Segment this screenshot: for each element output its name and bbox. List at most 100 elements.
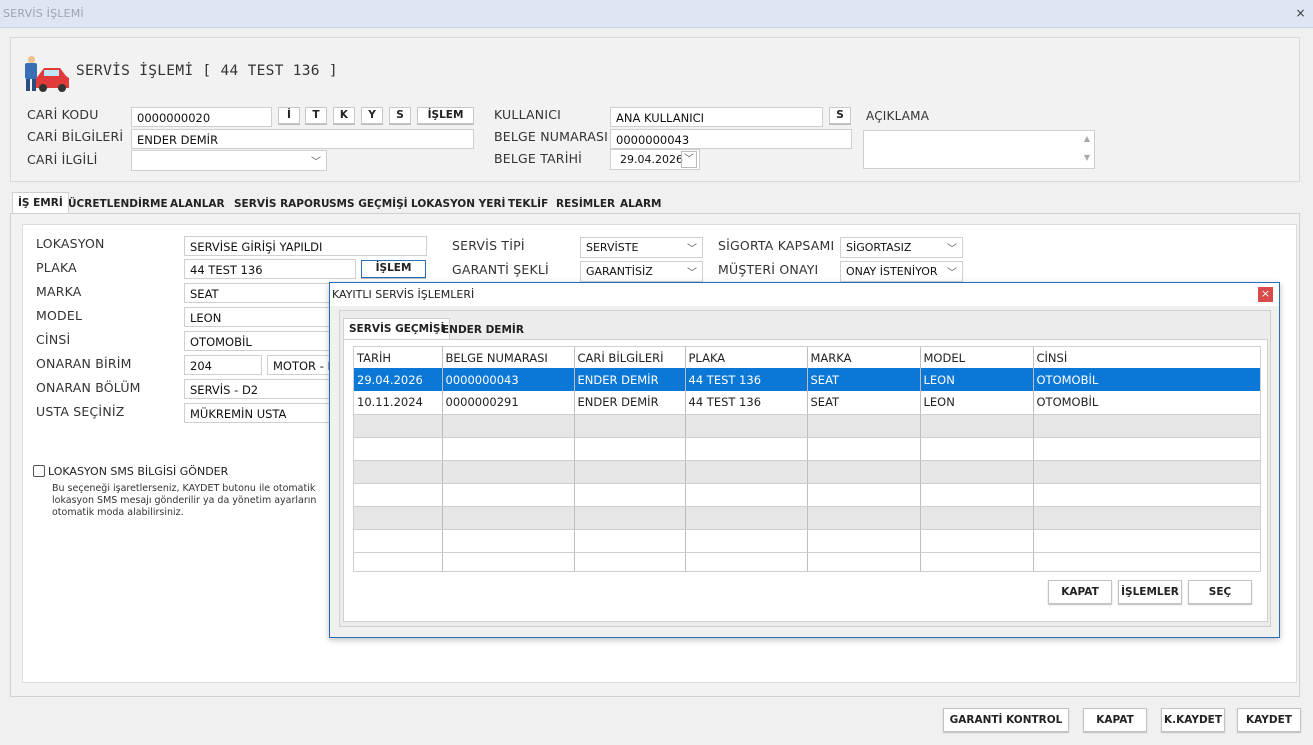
kullanici-input[interactable]: ANA KULLANICI — [610, 107, 823, 127]
col-plaka[interactable]: PLAKA — [685, 347, 808, 368]
cari-s-button[interactable]: S — [389, 107, 411, 124]
kayitli-servis-dialog: KAYITLI SERVİS İŞLEMLERİ × SERVİS GEÇMİŞ… — [329, 282, 1280, 638]
tab-alanlar[interactable]: ALANLAR — [165, 194, 230, 214]
kullanici-s-button[interactable]: S — [829, 107, 851, 124]
lokasyon-label: LOKASYON — [36, 236, 105, 251]
cari-y-button[interactable]: Y — [361, 107, 383, 124]
plaka-input[interactable]: 44 TEST 136 — [184, 259, 356, 279]
garanti-value: GARANTİSİZ — [586, 265, 653, 278]
garanti-label: GARANTİ ŞEKLİ — [452, 262, 549, 277]
mechanic-car-icon — [25, 56, 69, 92]
table-row[interactable]: 10.11.2024 0000000291 ENDER DEMİR 44 TES… — [354, 391, 1260, 415]
sms-checkbox-label[interactable]: LOKASYON SMS BİLGİSİ GÖNDER — [48, 465, 228, 478]
tab-servis-raporu[interactable]: SERVİS RAPORU — [229, 194, 335, 214]
window-close-icon[interactable]: × — [1293, 6, 1308, 21]
cell-marka: SEAT — [807, 391, 921, 415]
scroll-down-icon[interactable]: ▼ — [1084, 153, 1090, 162]
cell-marka: SEAT — [807, 368, 921, 391]
cell-cari-bilgileri: ENDER DEMİR — [574, 368, 686, 391]
cari-k-button[interactable]: K — [333, 107, 355, 124]
belge-no-input[interactable]: 0000000043 — [610, 129, 852, 149]
col-tarih[interactable]: TARİH — [354, 347, 443, 368]
col-marka[interactable]: MARKA — [807, 347, 921, 368]
belge-no-label: BELGE NUMARASI — [494, 129, 608, 144]
cari-t-button[interactable]: T — [305, 107, 327, 124]
cell-cinsi: OTOMOBİL — [1033, 391, 1260, 415]
usta-label: USTA SEÇİNİZ — [36, 404, 125, 419]
empty-row — [354, 437, 1260, 461]
cell-plaka: 44 TEST 136 — [685, 368, 808, 391]
col-belge-numarasi[interactable]: BELGE NUMARASI — [442, 347, 575, 368]
calendar-dropdown-icon[interactable]: ﹀ — [681, 151, 697, 168]
col-cinsi[interactable]: CİNSİ — [1033, 347, 1260, 368]
garanti-select[interactable]: GARANTİSİZ ﹀ — [580, 261, 703, 282]
onaran-birim-code-input[interactable]: 204 — [184, 355, 262, 375]
servis-tipi-value: SERVİSTE — [586, 241, 639, 254]
col-cari-bilgileri[interactable]: CARİ BİLGİLERİ — [574, 347, 686, 368]
sms-help-line-2: lokasyon SMS mesajı gönderilir ya da yön… — [52, 495, 317, 506]
chevron-down-icon: ﹀ — [687, 268, 697, 279]
cari-kodu-label: CARİ KODU — [27, 107, 99, 122]
cari-islem-button[interactable]: İŞLEM — [417, 107, 474, 124]
musteri-onayi-select[interactable]: ONAY İSTENİYOR ﹀ — [840, 261, 963, 282]
window-titlebar: SERVİS İŞLEMİ × — [0, 0, 1313, 28]
tab-lokasyon-yeri[interactable]: LOKASYON YERİ — [406, 194, 510, 214]
tab-teklif[interactable]: TEKLİF — [503, 194, 553, 214]
tab-alarm[interactable]: ALARM — [615, 194, 666, 214]
sms-checkbox[interactable] — [33, 465, 45, 477]
aciklama-textarea[interactable]: ▲ ▼ — [863, 130, 1095, 169]
table-row[interactable]: 29.04.2026 0000000043 ENDER DEMİR 44 TES… — [354, 368, 1260, 391]
cari-i-button[interactable]: İ — [278, 107, 300, 124]
dialog-kapat-button[interactable]: KAPAT — [1048, 580, 1112, 604]
cari-kodu-input[interactable]: 0000000020 — [131, 107, 272, 127]
empty-row — [354, 414, 1260, 438]
chevron-down-icon: ﹀ — [947, 244, 957, 255]
sigorta-select[interactable]: SİGORTASIZ ﹀ — [840, 237, 963, 258]
lokasyon-input[interactable]: SERVİSE GİRİŞİ YAPILDI — [184, 236, 427, 256]
servis-tipi-select[interactable]: SERVİSTE ﹀ — [580, 237, 703, 258]
cell-tarih: 10.11.2024 — [354, 391, 443, 415]
dialog-tab-servis-gecmisi[interactable]: SERVİS GEÇMİŞİ — [343, 318, 451, 340]
cinsi-select[interactable]: OTOMOBİL — [184, 331, 334, 351]
onaran-bolum-select[interactable]: SERVİS - D2 — [184, 379, 334, 399]
cell-model: LEON — [920, 368, 1034, 391]
dialog-tab-ender-demir[interactable]: ENDER DEMİR — [437, 320, 529, 340]
belge-tarihi-label: BELGE TARİHİ — [494, 151, 583, 166]
model-select[interactable]: LEON — [184, 307, 334, 327]
onaran-bolum-label: ONARAN BÖLÜM — [36, 380, 141, 395]
kapat-button[interactable]: KAPAT — [1083, 708, 1147, 732]
tab-sms-gecmisi[interactable]: SMS GEÇMİŞİ — [324, 194, 413, 214]
cari-ilgili-select[interactable]: ﹀ — [131, 150, 327, 171]
dialog-close-icon[interactable]: × — [1258, 287, 1273, 302]
scroll-up-icon[interactable]: ▲ — [1084, 134, 1090, 143]
kaydet-button[interactable]: KAYDET — [1237, 708, 1301, 732]
marka-select[interactable]: SEAT — [184, 283, 334, 303]
cell-cari-bilgileri: ENDER DEMİR — [574, 391, 686, 415]
col-model[interactable]: MODEL — [920, 347, 1034, 368]
cell-belge-numarasi: 0000000043 — [442, 368, 575, 391]
cari-bilgileri-input[interactable]: ENDER DEMİR — [131, 129, 474, 149]
cell-cinsi: OTOMOBİL — [1033, 368, 1260, 391]
usta-select[interactable]: MÜKREMİN USTA — [184, 403, 334, 423]
tab-resimler[interactable]: RESİMLER — [551, 194, 620, 214]
window-title: SERVİS İŞLEMİ — [3, 7, 84, 20]
dialog-sec-button[interactable]: SEÇ — [1188, 580, 1252, 604]
cari-ilgili-label: CARİ İLGİLİ — [27, 152, 98, 167]
onaran-birim-name-input[interactable]: MOTOR - M — [267, 355, 334, 375]
tab-is-emri[interactable]: İŞ EMRİ — [12, 192, 69, 214]
plaka-label: PLAKA — [36, 260, 77, 275]
chevron-down-icon: ﹀ — [947, 268, 957, 279]
belge-tarihi-datepicker[interactable]: 29.04.2026 ﹀ — [610, 149, 700, 170]
k-kaydet-button[interactable]: K.KAYDET — [1161, 708, 1225, 732]
plaka-islem-button[interactable]: İŞLEM — [361, 260, 426, 278]
tab-ucretlendirme[interactable]: ÜCRETLENDİRME — [63, 194, 173, 214]
kullanici-label: KULLANICI — [494, 107, 562, 122]
sigorta-value: SİGORTASIZ — [846, 241, 912, 254]
garanti-kontrol-button[interactable]: GARANTİ KONTROL — [943, 708, 1069, 732]
empty-row — [354, 483, 1260, 507]
model-label: MODEL — [36, 308, 83, 323]
dialog-islemler-button[interactable]: İŞLEMLER — [1118, 580, 1182, 604]
belge-tarihi-value: 29.04.2026 — [620, 153, 683, 166]
musteri-onayi-label: MÜŞTERİ ONAYI — [718, 262, 819, 277]
servis-tipi-label: SERVİS TİPİ — [452, 238, 525, 253]
